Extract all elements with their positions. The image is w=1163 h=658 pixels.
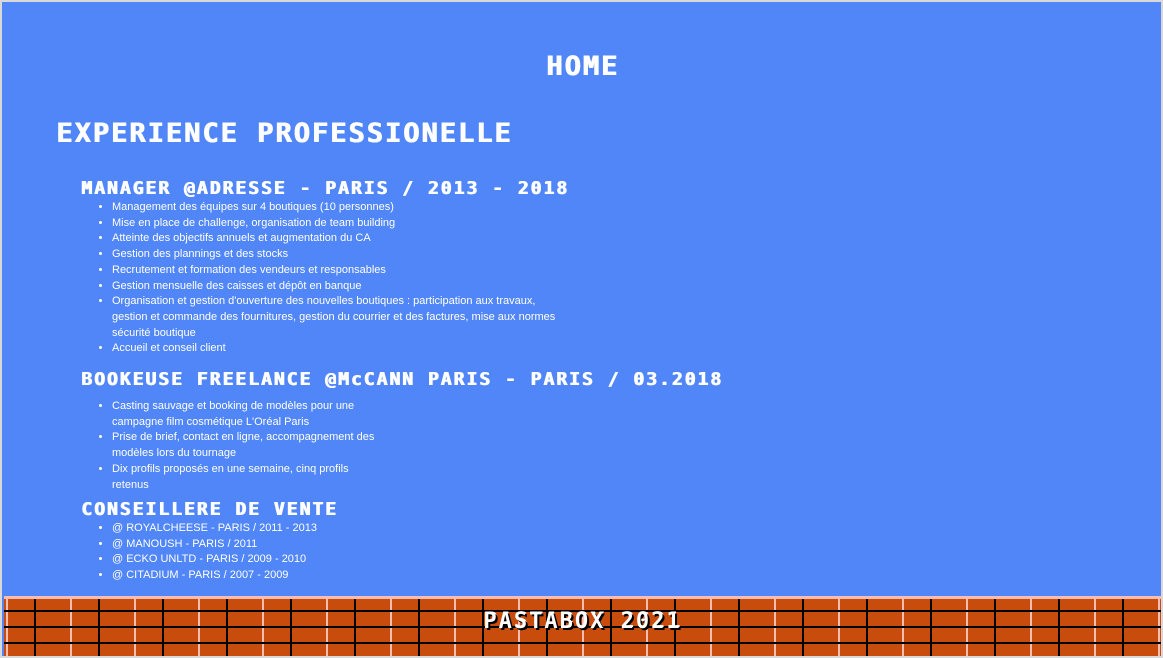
- job-bullet-list: @ ROYALCHEESE - PARIS / 2011 - 2013 @ MA…: [81, 521, 572, 584]
- job-title: MANAGER @ADRESSE - PARIS / 2013 - 2018: [81, 178, 569, 199]
- list-item: Accueil et conseil client: [112, 341, 572, 357]
- list-item: Organisation et gestion d'ouverture des …: [112, 294, 572, 341]
- job-entry-bookeuse: BOOKEUSE FREELANCE @McCANN PARIS - PARIS…: [81, 369, 1081, 493]
- home-link[interactable]: HOME: [4, 50, 1161, 84]
- footer-top-strip: [4, 596, 1161, 599]
- list-item: Gestion mensuelle des caisses et dépôt e…: [112, 279, 572, 295]
- browser-viewport: HOME EXPERIENCE PROFESSIONELLE MANAGER @…: [0, 0, 1163, 658]
- list-item: Mise en place de challenge, organisation…: [112, 216, 572, 232]
- job-entry-conseillere: CONSEILLERE DE VENTE @ ROYALCHEESE - PAR…: [81, 499, 1081, 584]
- footer-text: PASTABOX 2021: [483, 609, 682, 634]
- page-content: HOME EXPERIENCE PROFESSIONELLE MANAGER @…: [4, 4, 1161, 596]
- brick-footer: PASTABOX 2021: [4, 596, 1161, 656]
- list-item: Gestion des plannings et des stocks: [112, 247, 572, 263]
- list-item: @ ECKO UNLTD - PARIS / 2009 - 2010: [112, 552, 572, 568]
- list-item: Management des équipes sur 4 boutiques (…: [112, 200, 572, 216]
- list-item: Prise de brief, contact en ligne, accomp…: [112, 430, 387, 461]
- list-item: @ MANOUSH - PARIS / 2011: [112, 537, 572, 553]
- section-title: EXPERIENCE PROFESSIONELLE: [56, 118, 513, 149]
- list-item: Atteinte des objectifs annuels et augmen…: [112, 231, 572, 247]
- list-item: Casting sauvage et booking de modèles po…: [112, 399, 387, 430]
- list-item: @ CITADIUM - PARIS / 2007 - 2009: [112, 568, 572, 584]
- job-bullet-list: Casting sauvage et booking de modèles po…: [81, 399, 387, 493]
- job-entry-manager: MANAGER @ADRESSE - PARIS / 2013 - 2018 M…: [81, 178, 1081, 357]
- list-item: Dix profils proposés en une semaine, cin…: [112, 462, 387, 493]
- job-bullet-list: Management des équipes sur 4 boutiques (…: [81, 200, 572, 357]
- list-item: @ ROYALCHEESE - PARIS / 2011 - 2013: [112, 521, 572, 537]
- list-item: Recrutement et formation des vendeurs et…: [112, 263, 572, 279]
- job-title: CONSEILLERE DE VENTE: [81, 499, 338, 520]
- job-title: BOOKEUSE FREELANCE @McCANN PARIS - PARIS…: [81, 369, 723, 390]
